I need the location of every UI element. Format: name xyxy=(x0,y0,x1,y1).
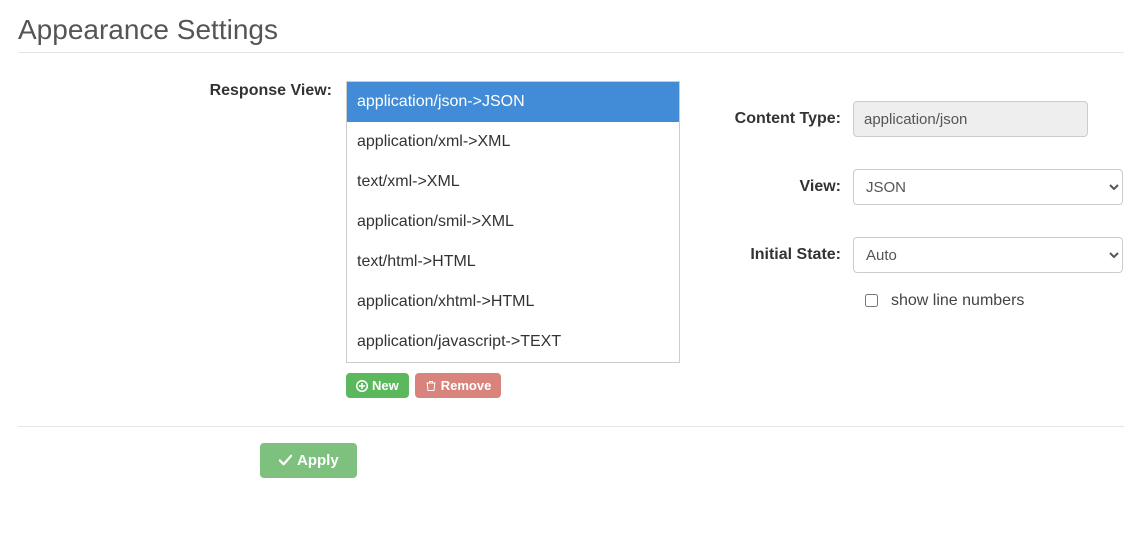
page-title: Appearance Settings xyxy=(18,14,1124,46)
new-button-label: New xyxy=(372,379,399,392)
view-label: View: xyxy=(800,178,842,195)
check-icon xyxy=(278,453,293,468)
list-item[interactable]: application/javascript->TEXT xyxy=(347,322,679,362)
divider-top xyxy=(18,52,1124,53)
remove-button[interactable]: Remove xyxy=(415,373,502,398)
list-item[interactable]: application/xhtml->HTML xyxy=(347,282,679,322)
content-type-label: Content Type: xyxy=(735,110,841,127)
apply-button-label: Apply xyxy=(297,453,339,468)
show-line-numbers-checkbox[interactable] xyxy=(865,294,878,307)
list-item[interactable]: application/xml->XML xyxy=(347,122,679,162)
remove-button-label: Remove xyxy=(441,379,492,392)
list-item[interactable]: application/json->JSON xyxy=(347,82,679,122)
list-item[interactable]: text/html->HTML xyxy=(347,242,679,282)
divider-bottom xyxy=(18,426,1124,427)
list-item[interactable]: text/xml->XML xyxy=(347,162,679,202)
plus-circle-icon xyxy=(356,380,368,392)
response-view-listbox[interactable]: application/json->JSONapplication/xml->X… xyxy=(346,81,680,363)
show-line-numbers-label[interactable]: show line numbers xyxy=(891,292,1024,310)
trash-icon xyxy=(425,380,437,392)
new-button[interactable]: New xyxy=(346,373,409,398)
list-item[interactable]: application/smil->XML xyxy=(347,202,679,242)
initial-state-label: Initial State: xyxy=(750,246,841,263)
apply-button[interactable]: Apply xyxy=(260,443,357,478)
view-select[interactable]: JSON xyxy=(853,169,1123,205)
content-type-field[interactable] xyxy=(853,101,1088,137)
initial-state-select[interactable]: Auto xyxy=(853,237,1123,273)
response-view-label: Response View: xyxy=(210,82,332,99)
